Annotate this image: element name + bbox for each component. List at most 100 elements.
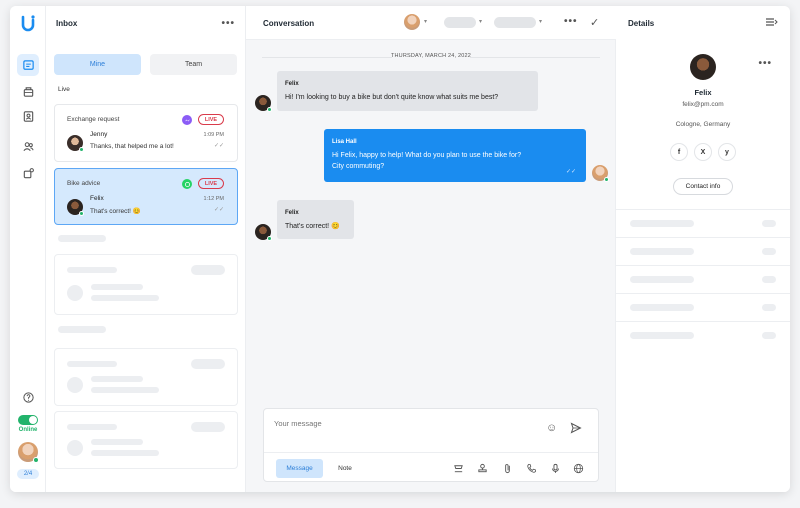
read-receipt-icon: ✓✓ [565,169,576,175]
read-receipt-icon: ✓✓ [213,207,224,213]
details-pane: Details ••• Felix felix@pm.com Cologne, … [616,6,790,492]
online-status-label: Online [18,427,38,433]
resolve-check-icon[interactable]: ✓ [590,16,599,29]
tab-mine[interactable]: Mine [54,54,141,75]
details-skeleton-row [616,265,790,293]
message-mode-tab[interactable]: Message [276,459,323,478]
seat-count-badge: 2/4 [17,469,39,479]
avatar [255,224,272,241]
message-bubble: Felix Hi! I'm looking to buy a bike but … [277,71,538,111]
conversation-more-icon[interactable]: ••• [564,16,578,27]
messenger-icon [182,115,192,125]
message-sender: Lisa Hall [332,139,357,145]
contact-card-icon[interactable] [17,105,39,127]
online-dot [604,177,609,182]
profile-name: Felix [694,88,712,97]
phone-icon[interactable] [525,462,537,474]
details-more-icon[interactable]: ••• [758,58,772,69]
conversation-item-jenny[interactable]: Exchange request LIVE Jenny Thanks, that… [54,104,238,162]
facebook-icon[interactable]: f [670,143,688,161]
contact-info-button[interactable]: Contact info [673,178,733,195]
message-text: Hi! I'm looking to buy a bike but don't … [285,94,499,101]
template-icon[interactable] [452,462,464,474]
conversation-topic: Exchange request [67,116,120,123]
tab-team[interactable]: Team [150,54,237,75]
twitter-icon[interactable]: y [718,143,736,161]
details-skeleton-row [616,237,790,265]
priority-dropdown[interactable] [494,17,536,28]
avatar [67,199,84,216]
nav-rail: Online 2/4 [10,6,46,492]
emoji-icon[interactable]: ☺ [546,422,557,434]
online-dot [79,147,84,152]
skeleton-section-label [58,326,106,333]
app-window: Online 2/4 Inbox ••• Mine Team Live Exch… [10,6,790,492]
live-badge: LIVE [198,114,224,125]
contact-name: Jenny [90,131,108,138]
message-sender: Felix [285,210,299,216]
chevron-down-icon[interactable]: ▾ [539,18,542,25]
message-bubble: Lisa Hall Hi Felix, happy to help! What … [324,129,586,182]
conversation-title: Conversation [263,19,315,28]
stamp-icon[interactable] [476,462,488,474]
agent-avatar[interactable] [18,442,39,463]
help-icon[interactable] [17,386,39,408]
profile-email: felix@pm.com [682,101,724,108]
avatar [592,165,609,182]
assignee-avatar[interactable] [404,14,420,30]
profile-avatar [690,54,716,80]
skeleton-conversation-card [54,411,238,469]
message-preview: Thanks, that helped me a lot! [90,143,174,150]
avatar [255,95,272,112]
inbox-more-icon[interactable]: ••• [221,18,235,29]
online-dot [33,457,39,463]
message-text: Hi Felix, happy to help! What do you pla… [332,152,522,159]
live-badge: LIVE [198,178,224,189]
send-icon[interactable] [570,422,582,437]
composer-divider [264,452,598,453]
message-bubble: Felix That's correct! 😊 [277,200,354,239]
details-skeleton-row [616,321,790,349]
timestamp: 1:09 PM [203,132,224,138]
message-text: City commuting? [332,163,385,170]
details-skeleton-row [616,209,790,237]
date-separator: THURSDAY, MARCH 24, 2022 [246,53,616,59]
chevron-down-icon[interactable]: ▾ [424,18,427,25]
note-mode-tab[interactable]: Note [330,459,360,478]
online-dot [79,211,84,216]
message-composer: ☺ Message Note [263,408,599,482]
read-receipt-icon: ✓✓ [213,143,224,149]
skeleton-conversation-card [54,348,238,406]
users-icon[interactable] [17,135,39,157]
conversation-topic: Bike advice [67,180,101,187]
status-dropdown[interactable] [444,17,476,28]
chevron-down-icon[interactable]: ▾ [479,18,482,25]
timestamp: 1:12 PM [203,196,224,202]
chat-icon[interactable] [17,54,39,76]
globe-icon[interactable] [572,462,584,474]
xing-icon[interactable]: X [694,143,712,161]
online-dot [267,107,272,112]
inbox-title: Inbox [56,18,78,28]
contact-name: Felix [90,195,104,202]
details-title: Details [628,18,655,28]
online-toggle[interactable] [18,415,38,425]
logo-icon [21,15,35,32]
message-input[interactable] [274,419,524,428]
inbox-pane: Inbox ••• Mine Team Live Exchange reques… [46,6,246,492]
online-dot [267,236,272,241]
archive-icon[interactable] [17,80,39,102]
microphone-icon[interactable] [549,462,561,474]
conversation-item-felix[interactable]: Bike advice LIVE Felix That's correct! 😊… [54,168,238,225]
attachment-icon[interactable] [501,462,513,474]
profile-location: Cologne, Germany [675,121,731,128]
details-skeleton-row [616,293,790,321]
conversation-header: Conversation ▾ ▾ ▾ ••• ✓ [246,6,616,40]
apps-icon[interactable] [17,162,39,184]
skeleton-conversation-card [54,254,238,315]
conversation-pane: Conversation ▾ ▾ ▾ ••• ✓ THURSDAY, MARCH… [246,6,616,492]
message-text: That's correct! 😊 [285,223,340,230]
message-preview: That's correct! 😊 [90,208,141,215]
collapse-panel-icon[interactable] [765,17,778,30]
live-section-label: Live [58,86,70,93]
